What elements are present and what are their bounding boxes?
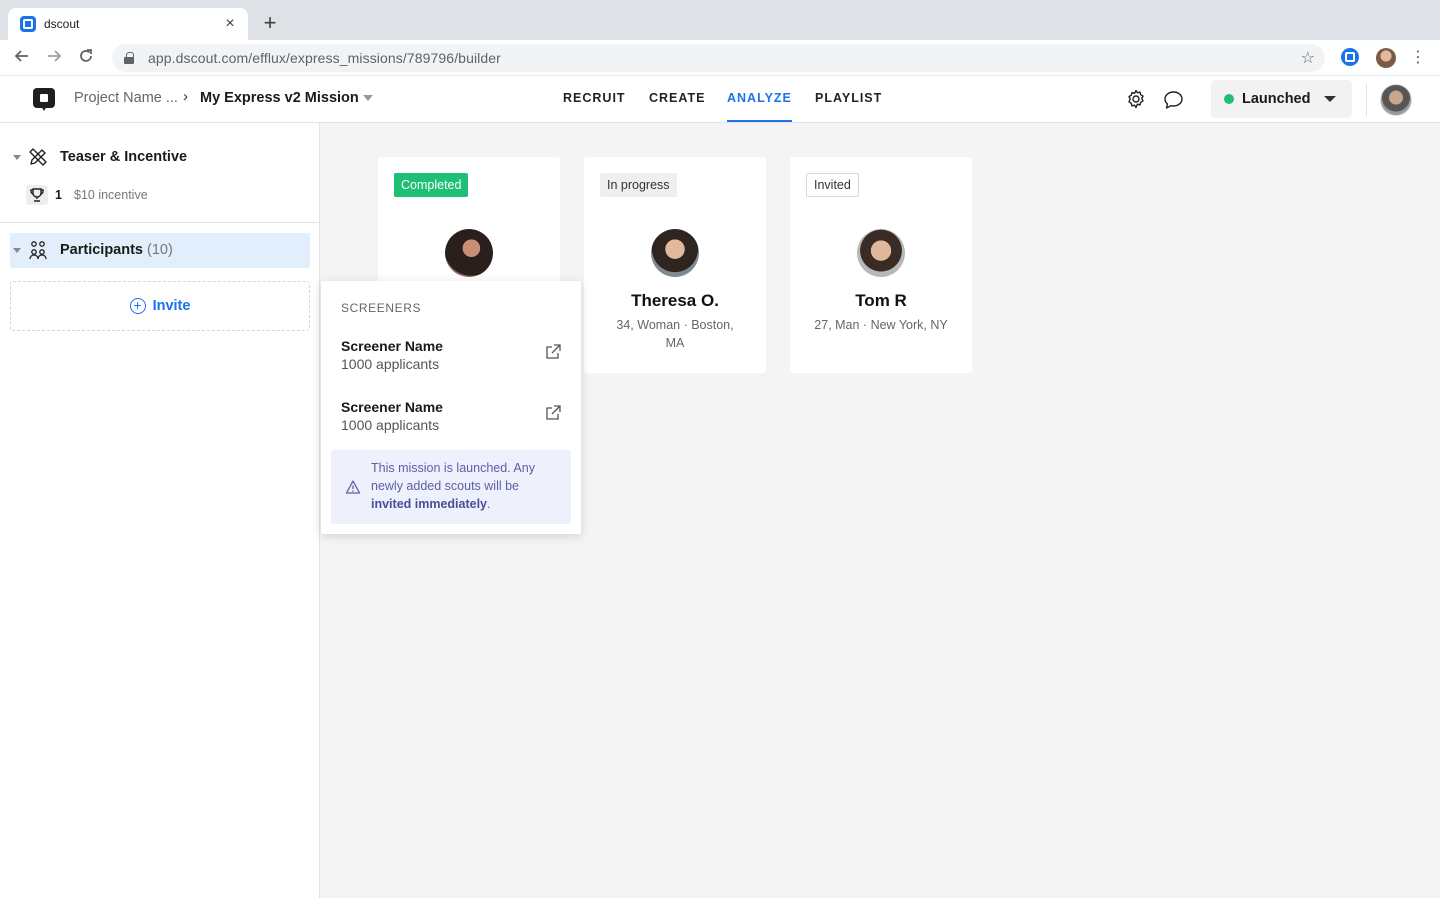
invite-button[interactable]: + Invite	[10, 281, 310, 331]
new-tab-button[interactable]: +	[258, 12, 282, 36]
screener-name: Screener Name	[341, 338, 443, 354]
screener-applicants: 1000 applicants	[341, 356, 440, 372]
tab-analyze[interactable]: ANALYZE	[727, 91, 792, 122]
tab-playlist[interactable]: PLAYLIST	[815, 91, 882, 105]
header-divider	[1366, 84, 1367, 116]
plus-circle-icon: +	[129, 298, 146, 314]
sidebar: Teaser & Incentive 1 $10 incentive Parti…	[0, 123, 320, 898]
address-bar[interactable]: app.dscout.com/efflux/express_missions/7…	[112, 44, 1325, 72]
incentive-amount: $10 incentive	[74, 188, 148, 202]
chevron-down-icon	[1324, 96, 1337, 102]
dscout-logo-icon[interactable]	[33, 88, 55, 112]
sidebar-divider	[0, 222, 320, 223]
browser-toolbar: app.dscout.com/efflux/express_missions/7…	[0, 40, 1440, 76]
screener-name: Screener Name	[341, 399, 443, 415]
participant-avatar	[857, 229, 905, 277]
participants-count: (10)	[147, 242, 173, 258]
gear-icon[interactable]	[1126, 89, 1146, 109]
participants-label-text: Participants	[60, 242, 143, 258]
status-dot-icon	[1224, 94, 1234, 104]
dscout-favicon-icon	[20, 16, 36, 32]
participant-card[interactable]: In progress Theresa O. 34, Woman · Bosto…	[584, 157, 766, 373]
app-header: Project Name ... › My Express v2 Mission…	[0, 76, 1440, 123]
lock-icon	[124, 52, 134, 64]
participants-label: Participants (10)	[60, 242, 173, 258]
status-badge: In progress	[600, 173, 677, 197]
trophy-icon	[26, 185, 48, 205]
launched-notice: This mission is launched. Any newly adde…	[331, 450, 571, 524]
notice-text: This mission is launched. Any newly adde…	[371, 459, 559, 513]
browser-tabbar: dscout × +	[0, 0, 1440, 40]
status-badge: Invited	[806, 173, 859, 197]
mission-status-dropdown[interactable]: Launched	[1211, 80, 1352, 118]
back-arrow-icon[interactable]	[10, 46, 34, 70]
browser-profile-avatar[interactable]	[1376, 48, 1396, 68]
screeners-heading: SCREENERS	[341, 301, 422, 315]
participant-name: Theresa O.	[631, 291, 719, 310]
external-link-icon[interactable]	[545, 344, 561, 360]
status-label: Launched	[1242, 91, 1311, 107]
participant-details: 34, Woman · Boston, MA	[616, 318, 734, 350]
notice-text-main: This mission is launched. Any newly adde…	[371, 461, 535, 493]
notice-text-end: .	[487, 497, 491, 511]
participant-avatar	[445, 229, 493, 277]
forward-arrow-icon[interactable]	[42, 46, 66, 70]
screener-applicants: 1000 applicants	[341, 417, 440, 433]
warning-triangle-icon	[345, 479, 361, 495]
chat-bubble-icon[interactable]	[1163, 90, 1184, 110]
url-text: app.dscout.com/efflux/express_missions/7…	[148, 50, 501, 66]
screeners-popover: SCREENERS Screener Name 1000 applicants …	[321, 281, 581, 534]
screener-item[interactable]: Screener Name 1000 applicants	[341, 399, 561, 439]
tab-title: dscout	[44, 17, 80, 31]
close-tab-icon[interactable]: ×	[222, 16, 238, 32]
mission-dropdown-caret-icon[interactable]	[363, 95, 373, 101]
breadcrumb-chevron-icon: ›	[183, 88, 188, 105]
tab-create[interactable]: CREATE	[649, 91, 705, 105]
invite-label: Invite	[152, 298, 191, 314]
tab-recruit[interactable]: RECRUIT	[563, 91, 626, 105]
breadcrumb-project[interactable]: Project Name ...	[74, 90, 178, 106]
browser-tab[interactable]: dscout ×	[8, 8, 248, 40]
participant-avatar	[651, 229, 699, 277]
bookmark-star-icon[interactable]: ☆	[1301, 48, 1315, 68]
people-group-icon	[28, 240, 48, 260]
status-badge: Completed	[394, 173, 469, 197]
external-link-icon[interactable]	[545, 405, 561, 421]
extension-icon[interactable]	[1341, 48, 1359, 66]
notice-text-bold: invited immediately	[371, 497, 488, 511]
participant-card[interactable]: Invited Tom R 27, Man · New York, NY	[790, 157, 972, 373]
reload-icon[interactable]	[74, 46, 98, 70]
teaser-incentive-title[interactable]: Teaser & Incentive	[60, 149, 187, 165]
collapse-caret-icon[interactable]	[13, 248, 21, 253]
collapse-caret-icon[interactable]	[13, 155, 21, 160]
participant-name: Tom R	[855, 291, 907, 310]
pencil-ruler-icon	[28, 147, 48, 167]
screener-item[interactable]: Screener Name 1000 applicants	[341, 338, 561, 378]
participant-details: 27, Man · New York, NY	[814, 318, 948, 332]
breadcrumb-mission[interactable]: My Express v2 Mission	[200, 90, 359, 106]
browser-menu-icon[interactable]: ⋮	[1410, 48, 1426, 68]
user-avatar[interactable]	[1380, 84, 1412, 116]
sidebar-item-participants[interactable]: Participants (10)	[10, 233, 310, 268]
incentive-count: 1	[55, 188, 62, 202]
